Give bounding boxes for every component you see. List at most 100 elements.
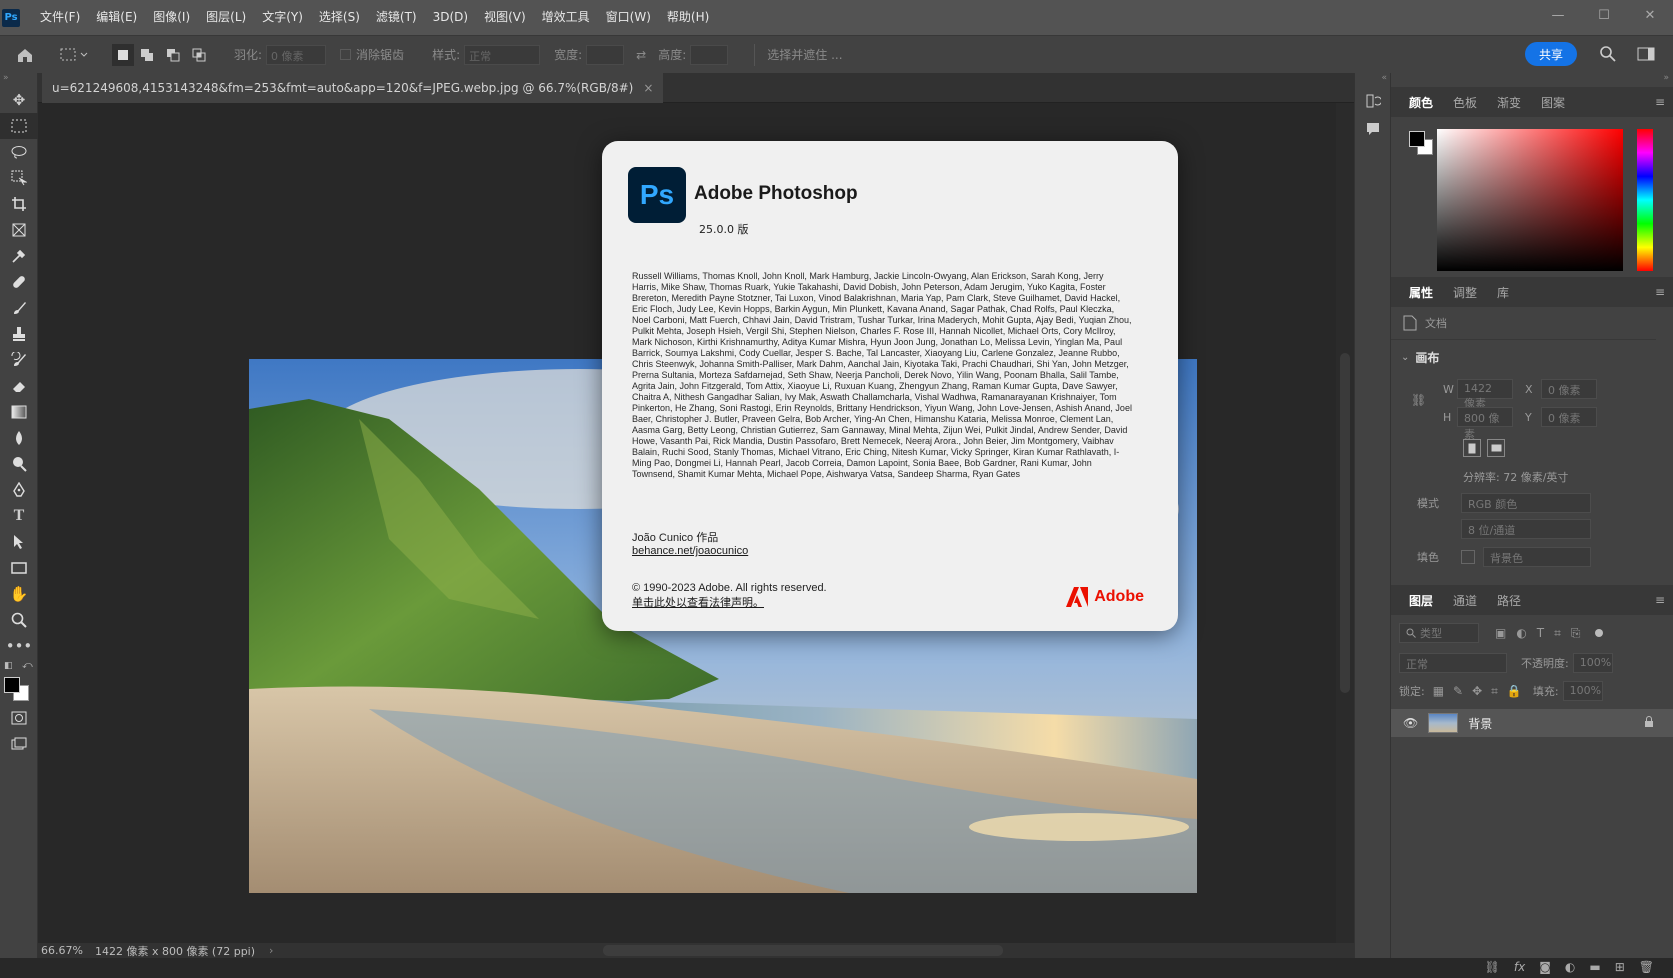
link-layers-icon[interactable]: ⛓	[1485, 960, 1500, 974]
tab-properties[interactable]: 属性	[1399, 284, 1443, 301]
tab-channels[interactable]: 通道	[1443, 592, 1487, 609]
menu-image[interactable]: 图像(I)	[145, 0, 198, 35]
stamp-tool-icon[interactable]	[0, 321, 38, 347]
marquee-preset-icon[interactable]	[60, 47, 90, 63]
share-button[interactable]: 共享	[1525, 42, 1577, 66]
hand-tool-icon[interactable]: ✋	[0, 581, 38, 607]
feather-input[interactable]: 0 像素	[266, 44, 327, 65]
mode-select[interactable]: RGB 颜色	[1461, 493, 1591, 513]
layer-filter-select[interactable]: 类型	[1399, 623, 1479, 643]
properties-menu-icon[interactable]: ≡	[1655, 285, 1665, 299]
collapse-toolbar-icon[interactable]: »	[0, 73, 37, 87]
layer-row[interactable]: 👁 背景	[1391, 709, 1673, 737]
link-dimensions-icon[interactable]: ⛓	[1411, 393, 1426, 407]
canvas-x-input[interactable]: 0 像素	[1541, 379, 1597, 399]
vertical-scroll-thumb[interactable]	[1340, 353, 1350, 693]
swap-colors-icon[interactable]: ⤺	[22, 660, 33, 671]
filter-toggle-icon[interactable]	[1594, 629, 1603, 637]
crop-tool-icon[interactable]	[0, 191, 38, 217]
default-colors-icon[interactable]: ◧	[4, 661, 13, 671]
antialias-checkbox[interactable]	[340, 49, 352, 60]
color-field[interactable]	[1437, 129, 1623, 271]
zoom-tool-icon[interactable]	[0, 607, 38, 633]
close-tab-icon[interactable]: ×	[643, 81, 653, 95]
collapse-dock-icon[interactable]: »	[1391, 73, 1673, 87]
add-selection-icon[interactable]	[134, 48, 160, 62]
portrait-icon[interactable]	[1463, 439, 1481, 457]
tab-gradients[interactable]: 渐变	[1487, 94, 1531, 111]
menu-file[interactable]: 文件(F)	[32, 0, 88, 35]
style-select[interactable]: 正常	[464, 44, 541, 65]
workspace-icon[interactable]	[1637, 46, 1655, 65]
tab-color[interactable]: 颜色	[1399, 94, 1443, 111]
search-icon[interactable]	[1599, 45, 1617, 66]
menu-window[interactable]: 窗口(W)	[598, 0, 659, 35]
zoom-level[interactable]: 66.67%	[41, 944, 83, 957]
history-panel-icon[interactable]	[1355, 87, 1390, 115]
fx-icon[interactable]: fx	[1514, 960, 1525, 974]
tab-swatches[interactable]: 色板	[1443, 94, 1487, 111]
document-tab[interactable]: u=621249608,4153143248&fm=253&fmt=auto&a…	[42, 73, 664, 103]
frame-tool-icon[interactable]	[0, 217, 38, 243]
blur-tool-icon[interactable]	[0, 425, 38, 451]
bit-depth-select[interactable]: 8 位/通道	[1461, 519, 1591, 539]
more-tools-icon[interactable]: •••	[0, 633, 38, 659]
menu-3d[interactable]: 3D(D)	[425, 0, 476, 35]
lock-icons[interactable]: ▦✎✥⌗🔒	[1433, 684, 1531, 699]
panel-fg-swatch[interactable]	[1409, 131, 1425, 147]
new-group-icon[interactable]: ▬	[1589, 960, 1600, 974]
canvas-y-input[interactable]: 0 像素	[1541, 407, 1597, 427]
opacity-input[interactable]: 100%	[1572, 653, 1613, 673]
new-layer-icon[interactable]: ⊞	[1615, 960, 1625, 974]
maximize-icon[interactable]: ☐	[1581, 0, 1627, 30]
menu-filter[interactable]: 滤镜(T)	[368, 0, 425, 35]
blend-mode-select[interactable]: 正常	[1399, 653, 1507, 673]
layer-lock-icon[interactable]	[1644, 715, 1654, 731]
screen-mode-icon[interactable]	[0, 731, 38, 757]
gradient-tool-icon[interactable]	[0, 399, 38, 425]
quick-mask-icon[interactable]	[0, 705, 38, 731]
visibility-eye-icon[interactable]: 👁	[1403, 716, 1418, 730]
menu-plugins[interactable]: 增效工具	[534, 0, 598, 35]
fill-swatch[interactable]	[1461, 550, 1475, 564]
tab-paths[interactable]: 路径	[1487, 592, 1531, 609]
canvas-width-input[interactable]: 1422 像素	[1457, 379, 1513, 410]
horizontal-scroll-thumb[interactable]	[603, 945, 1003, 956]
canvas-height-input[interactable]: 800 像素	[1457, 407, 1513, 441]
marquee-tool-icon[interactable]	[0, 113, 38, 139]
lasso-tool-icon[interactable]	[0, 139, 38, 165]
brush-tool-icon[interactable]	[0, 295, 38, 321]
status-arrow-icon[interactable]: ›	[269, 944, 273, 957]
collapse-panels-icon[interactable]: «	[1355, 73, 1390, 87]
hue-slider[interactable]	[1637, 129, 1653, 271]
vertical-scrollbar[interactable]	[1336, 103, 1354, 943]
layer-fill-input[interactable]: 100%	[1562, 681, 1603, 701]
swap-icon[interactable]: ⇄	[636, 48, 646, 62]
history-brush-tool-icon[interactable]	[0, 347, 38, 373]
menu-type[interactable]: 文字(Y)	[254, 0, 311, 35]
add-mask-icon[interactable]: ◙	[1539, 960, 1551, 974]
layers-menu-icon[interactable]: ≡	[1655, 593, 1665, 607]
dodge-tool-icon[interactable]	[0, 451, 38, 477]
foreground-color-swatch[interactable]	[4, 677, 20, 693]
tab-libraries[interactable]: 库	[1487, 284, 1519, 301]
artist-link[interactable]: behance.net/joaocunico	[632, 545, 748, 557]
delete-layer-icon[interactable]: 🗑	[1639, 960, 1654, 974]
type-tool-icon[interactable]: T	[0, 503, 38, 529]
new-selection-icon[interactable]	[112, 43, 134, 66]
home-icon[interactable]	[16, 47, 34, 63]
width-input[interactable]	[586, 44, 625, 65]
tab-adjustments[interactable]: 调整	[1443, 284, 1487, 301]
height-input[interactable]	[690, 44, 729, 65]
select-and-mask-button[interactable]: 选择并遮住 ...	[767, 46, 842, 63]
menu-view[interactable]: 视图(V)	[476, 0, 534, 35]
layer-name[interactable]: 背景	[1468, 715, 1492, 732]
tab-layers[interactable]: 图层	[1399, 592, 1443, 609]
pen-tool-icon[interactable]	[0, 477, 38, 503]
object-select-tool-icon[interactable]	[0, 165, 38, 191]
minimize-icon[interactable]: —	[1535, 0, 1581, 30]
close-window-icon[interactable]: ✕	[1627, 0, 1673, 30]
intersect-selection-icon[interactable]	[186, 48, 212, 62]
eraser-tool-icon[interactable]	[0, 373, 38, 399]
menu-help[interactable]: 帮助(H)	[659, 0, 717, 35]
